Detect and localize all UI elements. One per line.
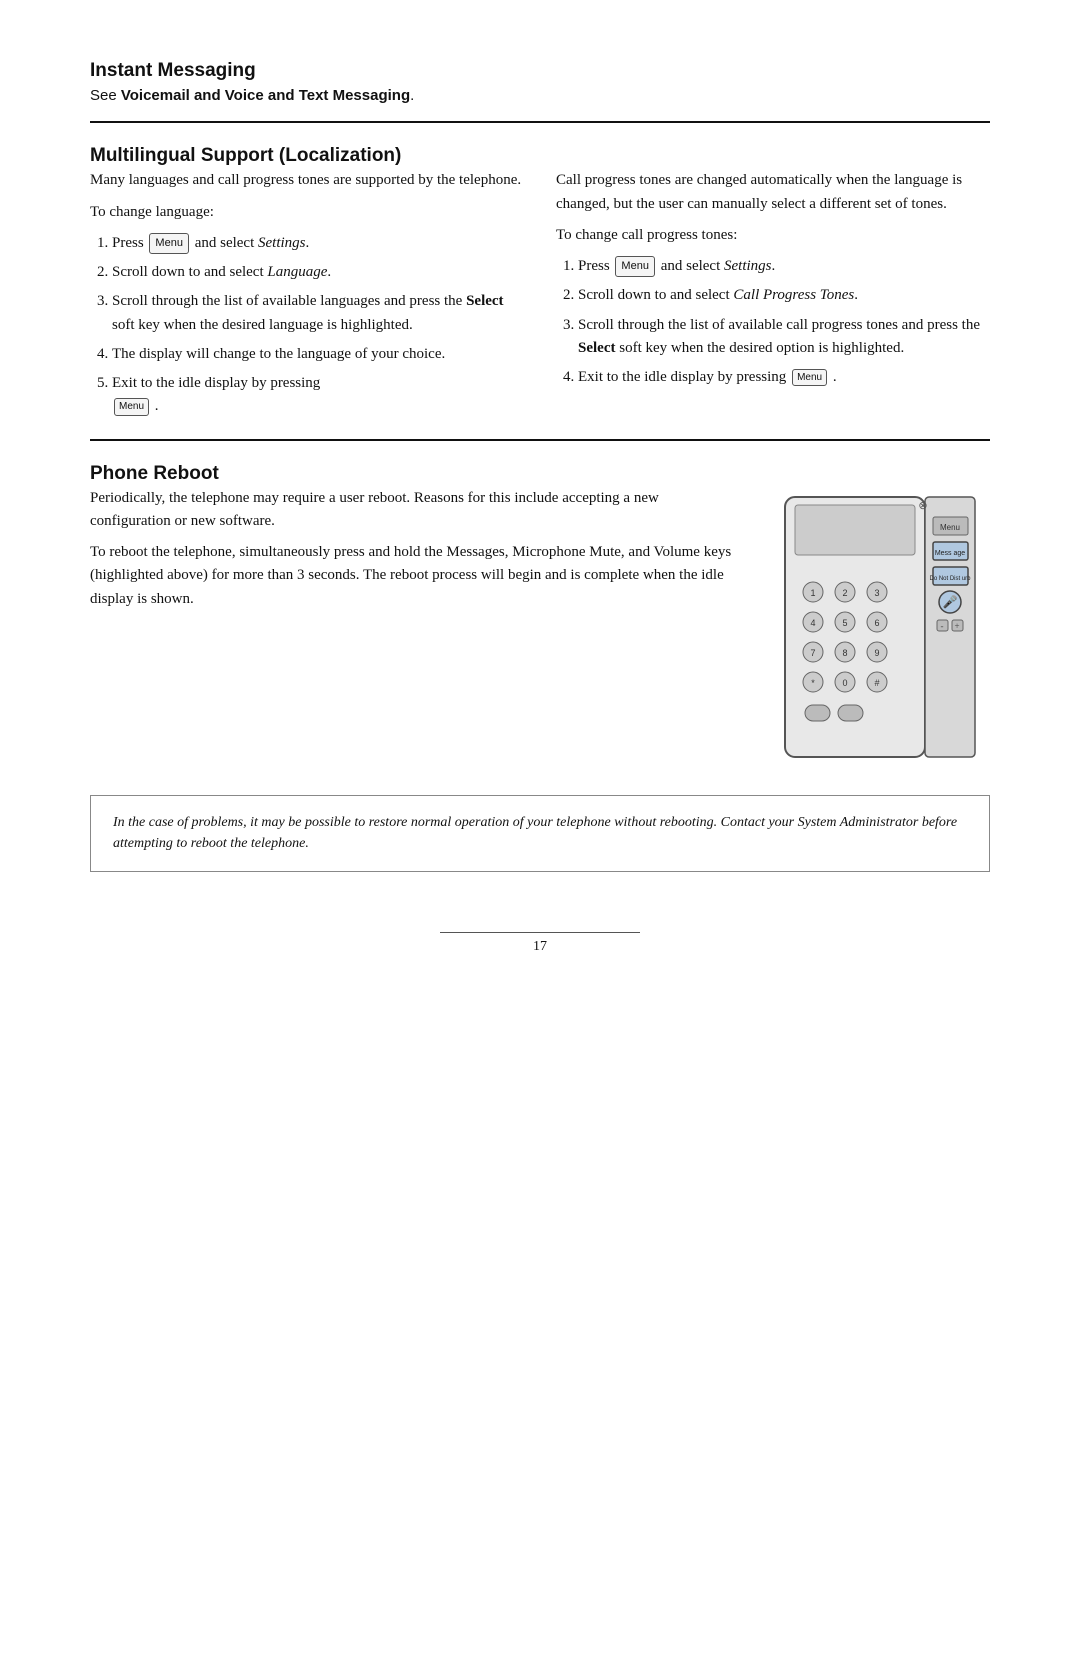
multilingual-left-col: Many languages and call progress tones a… [90, 169, 524, 424]
svg-text:Mess age: Mess age [935, 550, 965, 557]
svg-text:+: + [954, 621, 959, 631]
reboot-text: Periodically, the telephone may require … [90, 487, 740, 777]
list-item: The display will change to the language … [112, 343, 524, 366]
svg-text:7: 7 [810, 648, 815, 658]
section-divider-middle [90, 439, 990, 441]
list-item: Exit to the idle display by pressing Men… [578, 366, 990, 389]
list-item: Press Menu and select Settings. [112, 232, 524, 255]
instant-messaging-title: Instant Messaging [90, 60, 990, 82]
list-item: Scroll through the list of available cal… [578, 314, 990, 361]
section-divider-top [90, 121, 990, 123]
svg-text:Menu: Menu [940, 523, 960, 532]
svg-text:3: 3 [874, 588, 879, 598]
multilingual-left-steps: Press Menu and select Settings. Scroll d… [112, 232, 524, 419]
footer-divider [440, 932, 640, 933]
svg-text:0: 0 [842, 678, 847, 688]
list-item: Scroll through the list of available lan… [112, 290, 524, 337]
svg-text:#: # [874, 678, 879, 688]
instant-messaging-subtitle: See Voicemail and Voice and Text Messagi… [90, 84, 990, 107]
phone-diagram: Menu Mess age Do Not Dist urb 🎤 - + 1 [770, 487, 990, 777]
reboot-para2: To reboot the telephone, simultaneously … [90, 541, 740, 611]
list-item: Press Menu and select Settings. [578, 255, 990, 278]
svg-text:9: 9 [874, 648, 879, 658]
svg-text:1: 1 [810, 588, 815, 598]
list-item: Scroll down to and select Call Progress … [578, 284, 990, 307]
multilingual-two-col: Many languages and call progress tones a… [90, 169, 990, 424]
svg-text:6: 6 [874, 618, 879, 628]
svg-text:-: - [941, 621, 944, 631]
multilingual-title: Multilingual Support (Localization) [90, 145, 990, 167]
menu-key-1: Menu [149, 233, 189, 254]
list-item: Scroll down to and select Language. [112, 261, 524, 284]
multilingual-section: Multilingual Support (Localization) Many… [90, 145, 990, 424]
page-footer: 17 [90, 932, 990, 955]
list-item: Exit to the idle display by pressing Men… [112, 372, 524, 419]
page-number: 17 [533, 939, 547, 954]
instant-messaging-section: Instant Messaging See Voicemail and Voic… [90, 60, 990, 107]
reboot-para1: Periodically, the telephone may require … [90, 487, 740, 534]
svg-text:🎤: 🎤 [943, 594, 958, 609]
menu-key-2: Menu [114, 398, 149, 416]
multilingual-right-steps: Press Menu and select Settings. Scroll d… [578, 255, 990, 389]
svg-text:⊗: ⊗ [918, 500, 927, 512]
svg-text:*: * [811, 678, 815, 688]
reboot-note-box: In the case of problems, it may be possi… [90, 795, 990, 872]
multilingual-right-intro: Call progress tones are changed automati… [556, 169, 990, 216]
phone-svg: Menu Mess age Do Not Dist urb 🎤 - + 1 [775, 487, 985, 777]
multilingual-right-col: Call progress tones are changed automati… [556, 169, 990, 424]
svg-text:Do Not Dist urb: Do Not Dist urb [929, 576, 971, 582]
reboot-content: Periodically, the telephone may require … [90, 487, 990, 777]
menu-key-4: Menu [792, 369, 827, 387]
multilingual-change-language-label: To change language: [90, 201, 524, 224]
multilingual-left-intro: Many languages and call progress tones a… [90, 169, 524, 192]
svg-text:5: 5 [842, 618, 847, 628]
phone-reboot-title: Phone Reboot [90, 463, 990, 485]
menu-key-3: Menu [615, 256, 655, 277]
reboot-note-text: In the case of problems, it may be possi… [113, 815, 957, 852]
svg-text:2: 2 [842, 588, 847, 598]
svg-text:8: 8 [842, 648, 847, 658]
phone-reboot-section: Phone Reboot Periodically, the telephone… [90, 463, 990, 872]
svg-text:4: 4 [810, 618, 815, 628]
multilingual-change-tones-label: To change call progress tones: [556, 224, 990, 247]
